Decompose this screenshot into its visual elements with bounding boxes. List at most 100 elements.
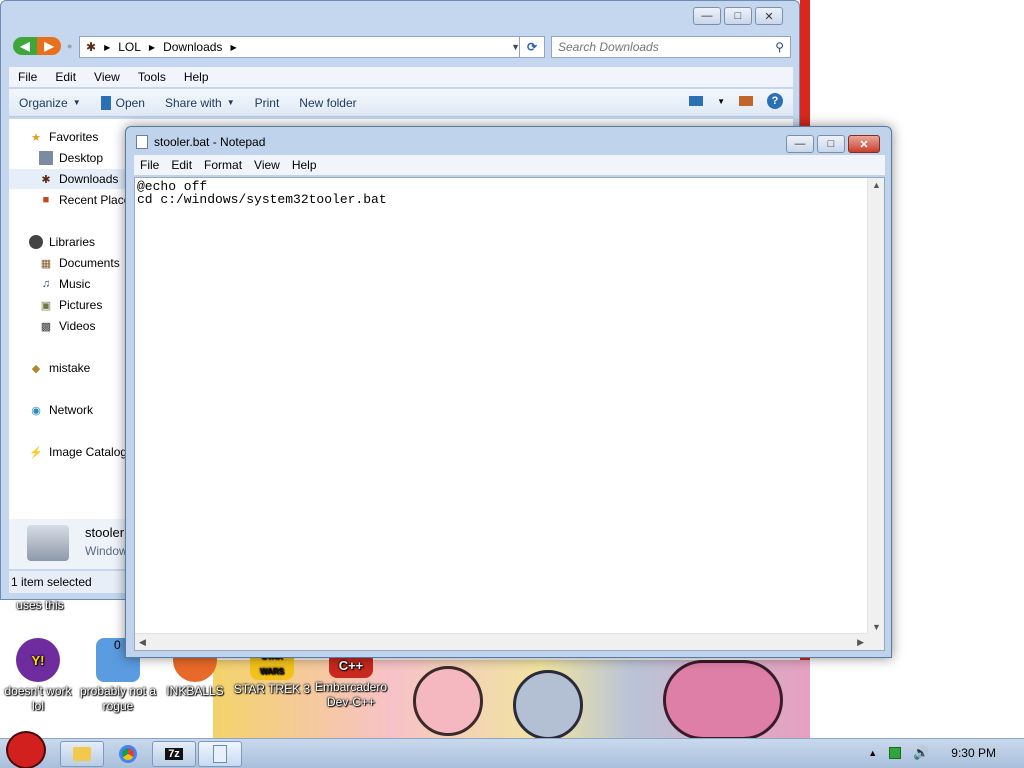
minimize-button[interactable]: — (786, 135, 814, 153)
open-button[interactable]: Open (91, 95, 155, 110)
sidebar-item-documents[interactable]: ▦ Documents (39, 253, 120, 273)
explorer-caption-buttons: — □ ✕ (693, 7, 783, 25)
sidebar-label: Libraries (49, 235, 96, 249)
sidebar-item-image-catalog[interactable]: ⚡ Image Catalog (29, 442, 127, 462)
chevron-down-icon: ▼ (226, 98, 235, 107)
sidebar-item-desktop[interactable]: Desktop (39, 148, 103, 168)
print-button[interactable]: Print (245, 96, 290, 110)
search-input[interactable] (552, 37, 762, 57)
help-icon[interactable]: ? (767, 93, 783, 109)
sidebar-item-network[interactable]: ◉ Network (29, 400, 93, 420)
sidebar-label: mistake (49, 361, 91, 375)
notepad-icon (136, 135, 148, 149)
chrome-icon (119, 745, 137, 763)
documents-icon: ▦ (40, 257, 52, 270)
menu-view[interactable]: View (85, 70, 129, 84)
show-hidden-icons-icon[interactable]: ▲ (868, 748, 877, 758)
menu-format[interactable]: Format (198, 158, 248, 172)
menu-help[interactable]: Help (286, 158, 323, 172)
folder-icon: ✱ (86, 40, 97, 54)
details-pane: stooler Window (9, 519, 128, 569)
chevron-down-icon[interactable]: ▼ (717, 97, 725, 106)
nav-buttons: ◀ ▶ ● (13, 37, 72, 55)
maximize-button[interactable]: □ (817, 135, 845, 153)
desktop-icon-label: STAR TREK 3 (233, 682, 311, 696)
clock[interactable]: 9:30 PM (951, 746, 996, 760)
desktop-icon-devcpp[interactable]: C++ Embarcadero Dev-C++ (311, 652, 391, 710)
taskbar-explorer-button[interactable] (60, 741, 104, 767)
new-folder-button[interactable]: New folder (289, 96, 366, 110)
notepad-content[interactable]: @echo off cd c:/windows/system32tooler.b… (137, 180, 867, 206)
recent-pages-dot-icon[interactable]: ● (67, 41, 72, 55)
scroll-down-icon[interactable]: ▼ (872, 622, 881, 632)
taskbar-notepad-button[interactable] (198, 741, 242, 767)
share-with-button[interactable]: Share with ▼ (155, 96, 245, 110)
scroll-right-icon[interactable]: ▶ (857, 637, 864, 648)
address-bar[interactable]: ✱ ▶ LOL ▶ Downloads ▶ ▼ (79, 36, 527, 58)
forward-button[interactable]: ▶ (37, 37, 61, 55)
sidebar-label: Desktop (59, 151, 104, 165)
sidebar-item-mistake[interactable]: ◆ mistake (29, 358, 91, 378)
batch-file-icon (27, 525, 69, 561)
network-status-icon[interactable] (889, 747, 902, 759)
minimize-button[interactable]: — (693, 7, 721, 25)
close-button[interactable]: ✕ (755, 7, 783, 25)
details-file-name: stooler (85, 525, 125, 540)
organize-button[interactable]: Organize ▼ (9, 96, 91, 110)
horizontal-scrollbar[interactable]: ◀ ▶ (135, 633, 868, 650)
minimize-icon: — (794, 138, 806, 150)
downloads-folder-icon: ✱ (41, 173, 51, 186)
sidebar-item-music[interactable]: ♫ Music (39, 274, 90, 294)
view-options-icon[interactable] (689, 96, 704, 106)
menu-file[interactable]: File (134, 158, 165, 172)
taskbar-7zip-button[interactable]: 7z (152, 741, 196, 767)
desktop-icon-yahoo[interactable]: Y! doesn't work lol (0, 638, 78, 714)
start-button[interactable] (4, 731, 48, 768)
maximize-button[interactable]: □ (724, 7, 752, 25)
menu-view[interactable]: View (248, 158, 286, 172)
menu-tools[interactable]: Tools (129, 70, 175, 84)
open-file-icon (100, 95, 111, 110)
menu-file[interactable]: File (9, 70, 46, 84)
status-bar: 1 item selected (9, 571, 127, 593)
desktop-icon-label: INKBALLS (166, 684, 224, 698)
sidebar-item-favorites[interactable]: ★ Favorites (29, 127, 98, 147)
open-label: Open (115, 95, 145, 110)
menu-help[interactable]: Help (175, 70, 218, 84)
desktop-icon-partial[interactable]: uses this (0, 598, 80, 613)
sidebar-item-downloads[interactable]: ✱ Downloads (9, 169, 127, 189)
notepad-caption-buttons: — □ ✕ (786, 135, 880, 153)
yahoo-messenger-icon: Y! (16, 638, 60, 682)
sidebar-item-pictures[interactable]: ▣ Pictures (39, 295, 103, 315)
scroll-left-icon[interactable]: ◀ (139, 637, 146, 648)
preview-pane-icon[interactable] (739, 96, 753, 106)
notepad-window[interactable]: stooler.bat - Notepad — □ ✕ File Edit Fo… (125, 126, 892, 658)
scroll-up-icon[interactable]: ▲ (872, 180, 881, 190)
breadcrumb-item[interactable]: LOL (118, 40, 141, 54)
menu-edit[interactable]: Edit (165, 158, 198, 172)
refresh-button[interactable]: ⟳ (519, 36, 545, 58)
back-button[interactable]: ◀ (13, 37, 37, 55)
menu-edit[interactable]: Edit (46, 70, 85, 84)
taskbar-chrome-button[interactable] (106, 741, 150, 767)
size-grip[interactable] (867, 633, 884, 650)
sidebar-item-recent-places[interactable]: ■ Recent Places (39, 190, 127, 210)
image-catalog-icon: ⚡ (29, 446, 43, 459)
explorer-toolbar: Organize ▼ Open Share with ▼ Print New fol… (9, 89, 793, 117)
breadcrumb-item[interactable]: Downloads (163, 40, 222, 54)
search-icon[interactable]: ⚲ (775, 40, 784, 54)
notepad-text-area[interactable]: @echo off cd c:/windows/system32tooler.b… (134, 177, 885, 651)
wallpaper-character (663, 660, 783, 738)
close-button[interactable]: ✕ (848, 135, 880, 153)
libraries-icon (29, 235, 43, 249)
sidebar-item-videos[interactable]: ▩ Videos (39, 316, 96, 336)
volume-icon[interactable]: 🔊 (913, 745, 929, 761)
wallpaper-character (413, 666, 483, 736)
desktop-icon-label: doesn't work lol (4, 684, 72, 713)
close-icon: ✕ (764, 10, 774, 23)
breadcrumb-separator-icon: ▶ (230, 42, 237, 52)
sidebar-item-libraries[interactable]: Libraries (29, 232, 95, 252)
search-box[interactable]: ⚲ (551, 36, 791, 58)
desktop-icon (39, 151, 53, 165)
vertical-scrollbar[interactable]: ▲ ▼ (867, 178, 884, 634)
